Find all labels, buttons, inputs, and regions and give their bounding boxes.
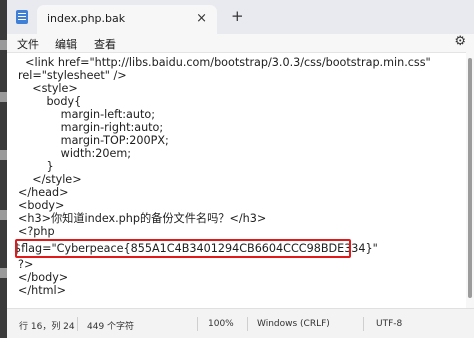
desktop-icon-fragment <box>0 92 7 102</box>
flag-highlight-box <box>15 239 351 258</box>
menu-edit[interactable]: 编辑 <box>55 36 77 52</box>
menu-file[interactable]: 文件 <box>17 36 39 52</box>
code-line: <h3>你知道index.php的备份文件名吗？</h3> <box>18 212 267 225</box>
character-count: 449 个字符 <box>87 322 135 332</box>
status-divider <box>77 317 78 331</box>
settings-gear-icon[interactable]: ⚙ <box>454 34 466 49</box>
status-divider <box>197 317 198 331</box>
menu-view[interactable]: 查看 <box>94 36 116 52</box>
code-line: margin-left:auto; <box>18 108 156 121</box>
status-bar: 行 16，列 24 449 个字符 100% Windows (CRLF) UT… <box>7 308 474 338</box>
code-line: <?php <box>18 225 55 238</box>
zoom-level[interactable]: 100% <box>208 319 234 329</box>
menu-bar: 文件 编辑 查看 ⚙ <box>7 34 474 52</box>
code-line: rel="stylesheet" /> <box>18 69 127 82</box>
notepad-window: index.php.bak × + 文件 编辑 查看 ⚙ <link href=… <box>0 0 474 338</box>
code-line: <style> <box>18 82 78 95</box>
code-line: margin-TOP:200PX; <box>18 134 169 147</box>
close-tab-icon[interactable]: × <box>196 11 207 26</box>
status-divider <box>363 317 364 331</box>
desktop-icon-fragment <box>0 40 7 50</box>
code-line: ?> <box>18 258 34 271</box>
code-line: <body> <box>18 199 65 212</box>
notepad-app-icon <box>16 10 28 24</box>
desktop-icon-fragment <box>0 268 7 278</box>
cursor-position: 行 16，列 24 <box>19 322 75 332</box>
desktop-icon-fragment <box>0 210 7 220</box>
tab-title: index.php.bak <box>47 12 126 25</box>
desktop-icon-fragment <box>0 150 7 160</box>
scrollbar-thumb[interactable] <box>468 58 472 298</box>
code-line: </html> <box>18 284 67 297</box>
tab-index-php-bak[interactable]: index.php.bak × <box>37 5 217 34</box>
vertical-scrollbar[interactable] <box>466 52 474 308</box>
code-line: body{ <box>18 95 82 108</box>
code-line: </body> <box>18 271 69 284</box>
title-bar: index.php.bak × + <box>7 0 474 34</box>
line-ending[interactable]: Windows (CRLF) <box>257 319 330 329</box>
code-line: width:20em; <box>18 147 132 160</box>
code-line: margin-right:auto; <box>18 121 164 134</box>
code-line: </head> <box>18 186 69 199</box>
status-divider <box>247 317 248 331</box>
text-editor[interactable]: <link href="http://libs.baidu.com/bootst… <box>7 52 466 308</box>
code-line: <link href="http://libs.baidu.com/bootst… <box>18 56 431 69</box>
code-line: } <box>18 160 54 173</box>
desktop-background-strip <box>0 0 7 338</box>
code-line: </style> <box>18 173 82 186</box>
encoding[interactable]: UTF-8 <box>376 319 402 329</box>
new-tab-icon[interactable]: + <box>231 7 244 25</box>
